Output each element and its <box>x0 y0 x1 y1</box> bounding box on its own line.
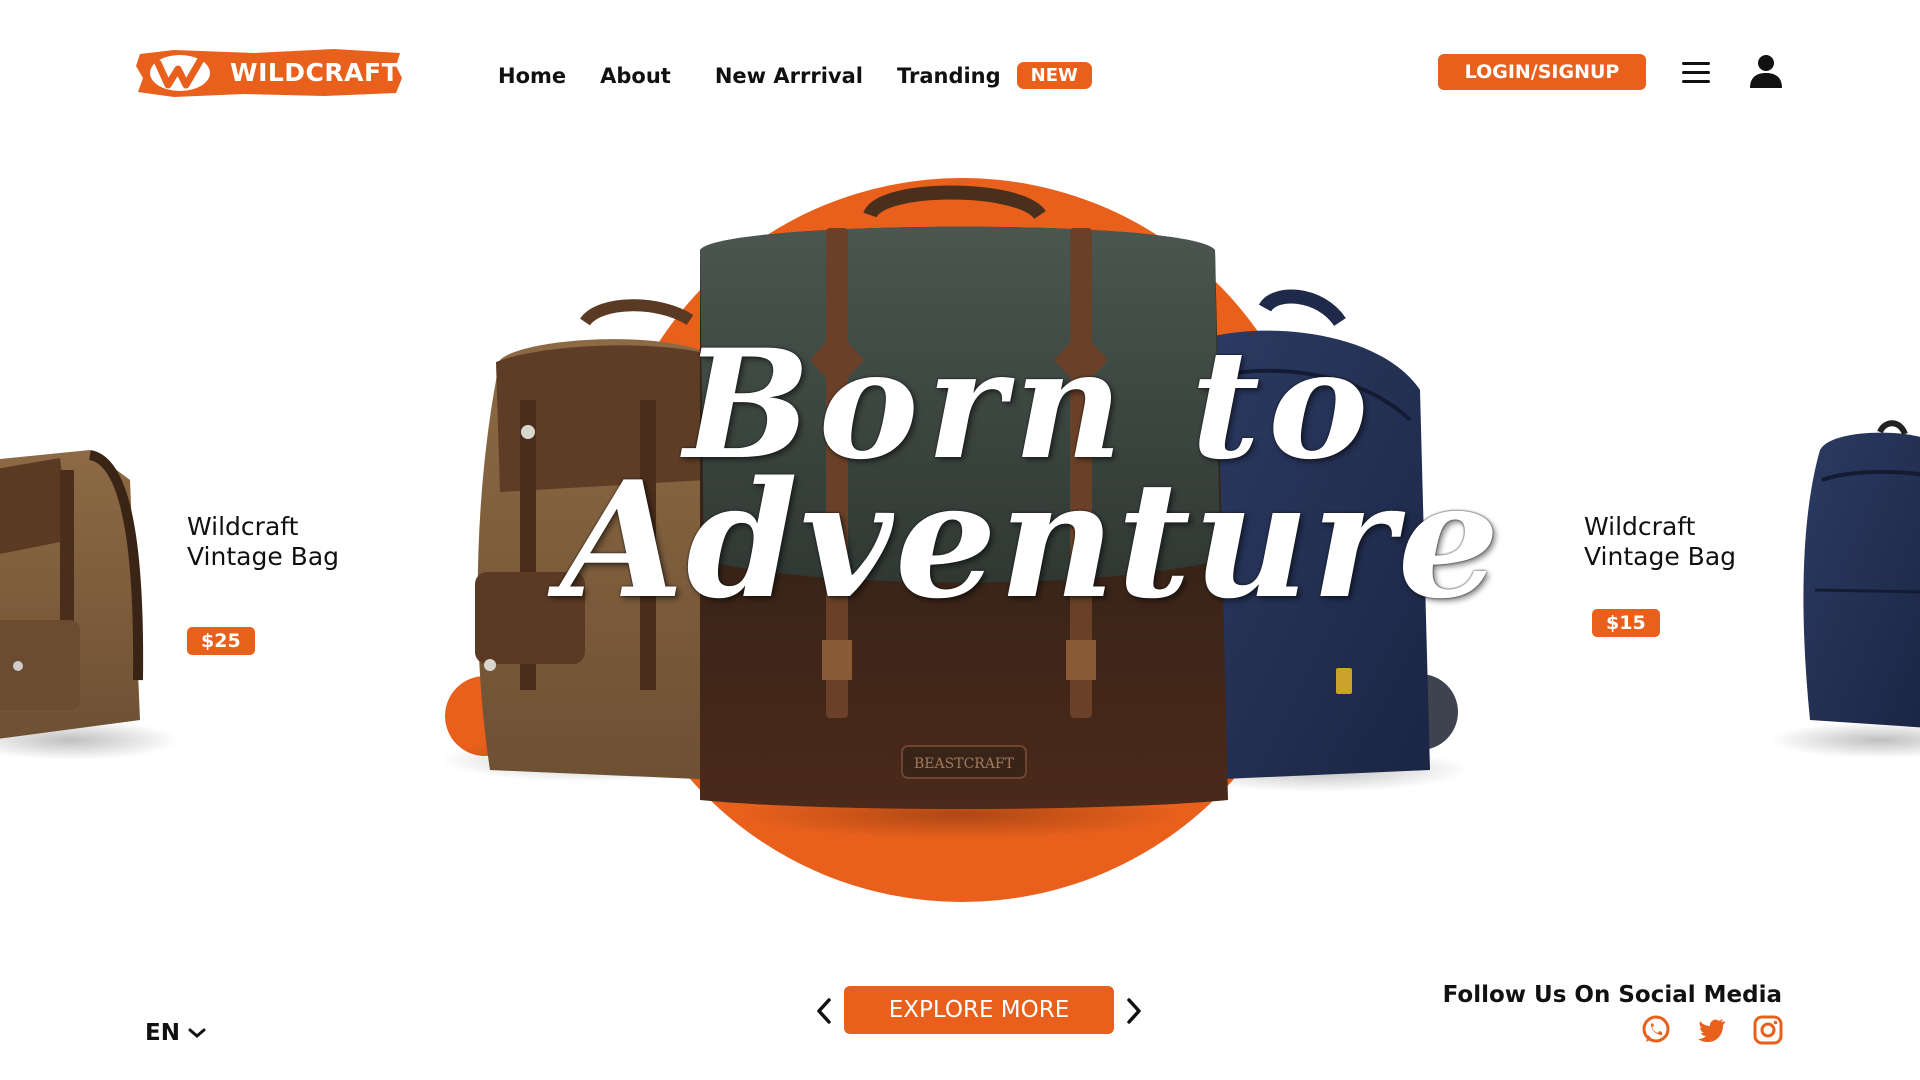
whatsapp-icon[interactable] <box>1640 1014 1672 1046</box>
next-arrow-icon[interactable] <box>1122 996 1146 1026</box>
explore-more-button[interactable]: EXPLORE MORE <box>844 986 1114 1034</box>
brown-canvas-backpack <box>440 299 740 782</box>
right-product-price: $15 <box>1592 609 1660 637</box>
bag-brand-label: BEASTCRAFT <box>914 756 1015 772</box>
instagram-icon[interactable] <box>1752 1014 1784 1046</box>
green-leather-backpack: BEASTCRAFT <box>700 185 1228 839</box>
language-label: EN <box>145 1020 180 1046</box>
previous-arrow-icon[interactable] <box>812 996 836 1026</box>
left-product-name[interactable]: Wildcraft Vintage Bag <box>187 512 339 572</box>
twitter-icon[interactable] <box>1696 1014 1728 1046</box>
left-product-name-line1: Wildcraft <box>187 512 299 541</box>
right-preview-bag <box>1770 420 1920 758</box>
left-preview-bag <box>0 450 180 760</box>
left-product-name-line2: Vintage Bag <box>187 542 340 571</box>
right-product-name[interactable]: Wildcraft Vintage Bag <box>1584 512 1736 572</box>
follow-us-label: Follow Us On Social Media <box>1442 982 1782 1008</box>
language-selector[interactable]: EN <box>145 1020 206 1046</box>
right-product-name-line2: Vintage Bag <box>1584 542 1737 571</box>
left-product-price: $25 <box>187 627 255 655</box>
chevron-down-icon <box>188 1028 206 1038</box>
right-product-name-line1: Wildcraft <box>1584 512 1696 541</box>
